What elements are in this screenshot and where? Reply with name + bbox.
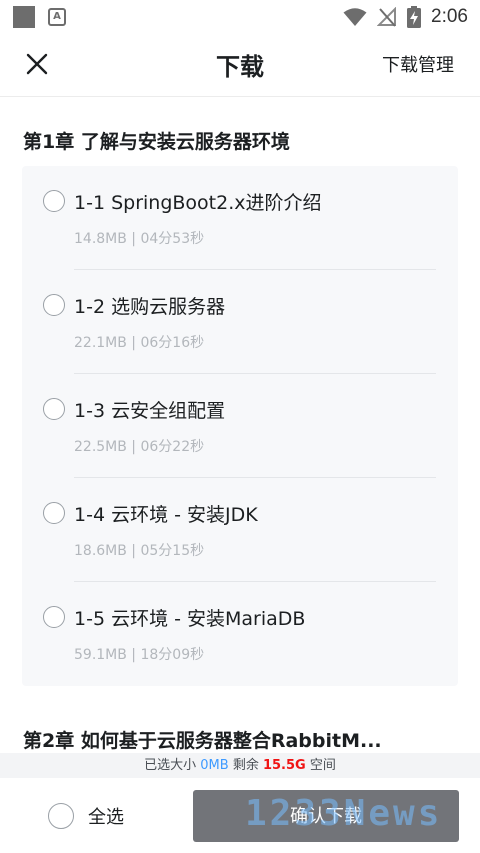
lesson-radio[interactable] <box>43 294 65 316</box>
no-signal-icon <box>377 7 397 27</box>
storage-prefix: 已选大小 <box>144 758 201 773</box>
lesson-radio[interactable] <box>43 398 65 420</box>
lesson-title: 1-2 选购云服务器 <box>74 296 226 318</box>
storage-middle: 剩余 <box>228 758 263 773</box>
lesson-title: 1-4 云环境 - 安装JDK <box>74 504 258 526</box>
download-manage-link[interactable]: 下载管理 <box>382 51 454 77</box>
lesson-meta: 14.8MB | 04分53秒 <box>74 231 205 247</box>
storage-info: 已选大小 0MB 剩余 15.5G 空间 <box>0 753 480 778</box>
remaining-space: 15.5G <box>262 758 306 773</box>
download-list[interactable]: 第1章 了解与安装云服务器环境 1-1 SpringBoot2.x进阶介绍 14… <box>0 98 480 753</box>
close-button[interactable] <box>22 49 52 79</box>
app-notification-icon: A <box>48 8 66 26</box>
lesson-title: 1-3 云安全组配置 <box>74 400 226 422</box>
lesson-item[interactable]: 1-2 选购云服务器 22.1MB | 06分16秒 <box>22 270 458 374</box>
storage-suffix: 空间 <box>305 758 336 773</box>
close-icon <box>26 53 48 75</box>
lesson-radio[interactable] <box>43 502 65 524</box>
wifi-icon <box>343 8 367 26</box>
lesson-card: 1-1 SpringBoot2.x进阶介绍 14.8MB | 04分53秒 1-… <box>22 166 458 686</box>
selected-size: 0MB <box>200 758 229 773</box>
bottom-action-bar: 全选 确认下载 1233News <box>0 778 480 853</box>
select-all-toggle[interactable]: 全选 <box>48 802 124 830</box>
lesson-title: 1-5 云环境 - 安装MariaDB <box>74 608 306 630</box>
chapter-title: 第1章 了解与安装云服务器环境 <box>23 131 290 153</box>
select-all-radio[interactable] <box>48 803 74 829</box>
status-time: 2:06 <box>431 6 468 27</box>
chapter-title: 第2章 如何基于云服务器整合RabbitM... <box>23 730 382 752</box>
lesson-meta: 22.1MB | 06分16秒 <box>74 335 205 351</box>
lesson-meta: 18.6MB | 05分15秒 <box>74 543 205 559</box>
nav-bar: 下载 下载管理 <box>0 33 480 97</box>
notification-square-icon <box>13 6 35 28</box>
lesson-meta: 22.5MB | 06分22秒 <box>74 439 205 455</box>
lesson-item[interactable]: 1-5 云环境 - 安装MariaDB 59.1MB | 18分09秒 <box>22 582 458 686</box>
confirm-download-button[interactable]: 确认下载 <box>193 790 459 842</box>
battery-charging-icon <box>407 6 422 28</box>
lesson-item[interactable]: 1-4 云环境 - 安装JDK 18.6MB | 05分15秒 <box>22 478 458 582</box>
lesson-item[interactable]: 1-1 SpringBoot2.x进阶介绍 14.8MB | 04分53秒 <box>22 166 458 270</box>
status-bar: A 2:06 <box>0 0 480 33</box>
lesson-radio[interactable] <box>43 606 65 628</box>
lesson-item[interactable]: 1-3 云安全组配置 22.5MB | 06分22秒 <box>22 374 458 478</box>
select-all-label: 全选 <box>88 807 124 828</box>
lesson-title: 1-1 SpringBoot2.x进阶介绍 <box>74 192 322 214</box>
lesson-meta: 59.1MB | 18分09秒 <box>74 647 205 663</box>
lesson-radio[interactable] <box>43 190 65 212</box>
status-bar-right: 2:06 <box>343 5 468 29</box>
